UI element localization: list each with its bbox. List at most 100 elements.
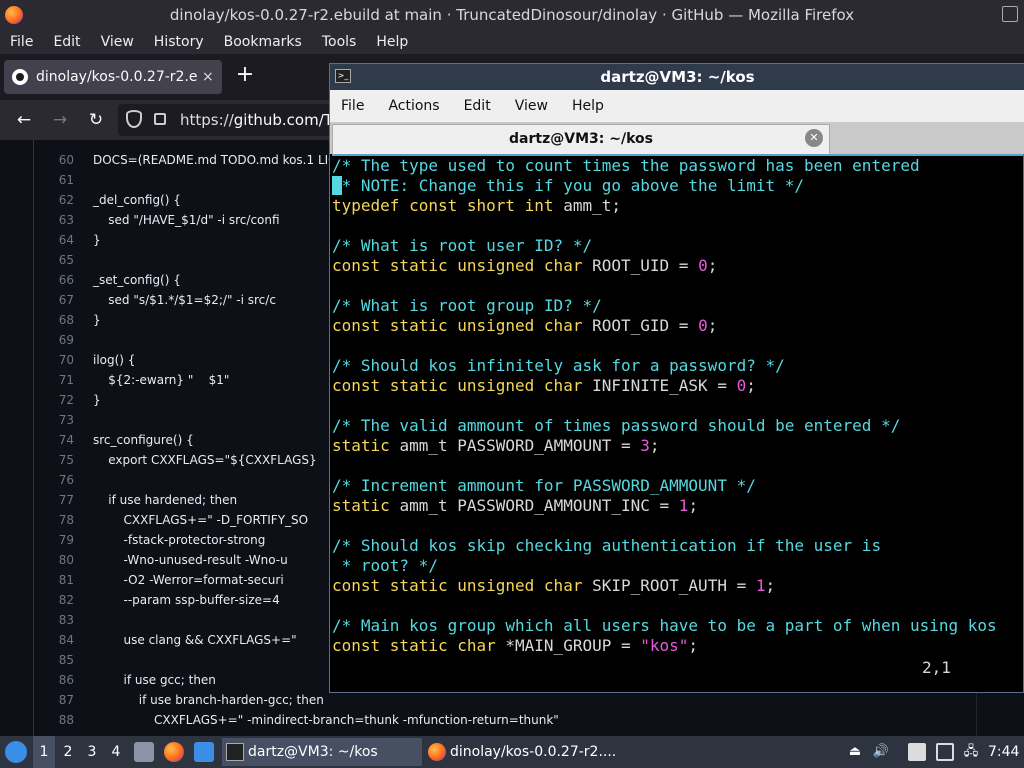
- firefox-menubar: File Edit View History Bookmarks Tools H…: [0, 30, 1024, 54]
- line-number[interactable]: 82: [36, 590, 74, 610]
- start-menu-icon[interactable]: [5, 741, 27, 763]
- workspace-4[interactable]: 4: [105, 736, 127, 768]
- window-controls: [958, 6, 1018, 24]
- line-number[interactable]: 76: [36, 470, 74, 490]
- code-text: use clang && CXXFLAGS+=": [93, 633, 297, 647]
- line-number[interactable]: 70: [36, 350, 74, 370]
- close-tab-icon[interactable]: ×: [202, 69, 214, 85]
- line-number[interactable]: 67: [36, 290, 74, 310]
- terminal-token: amm_t;: [563, 196, 621, 215]
- code-text: -fstack-protector-strong: [93, 533, 266, 547]
- line-number[interactable]: 71: [36, 370, 74, 390]
- line-number[interactable]: 68: [36, 310, 74, 330]
- taskbar-task-firefox[interactable]: dinolay/kos-0.0.27-r2....: [424, 738, 624, 766]
- terminal-body[interactable]: /* The type used to count times the pass…: [332, 154, 1023, 684]
- terminal-line: /* The type used to count times the pass…: [332, 156, 920, 176]
- terminal-token: 1: [755, 576, 766, 595]
- line-number[interactable]: 74: [36, 430, 74, 450]
- terminal-token: const static unsigned char: [332, 376, 593, 395]
- code-text: sed "s/$1.*/$1=$2;/" -i src/c: [93, 293, 276, 307]
- line-number[interactable]: 60: [36, 150, 74, 170]
- terminal-titlebar[interactable]: dartz@VM3: ~/kos: [330, 64, 1024, 90]
- firefox-launcher-icon[interactable]: [164, 742, 184, 762]
- line-number[interactable]: 81: [36, 570, 74, 590]
- forward-arrow-icon[interactable]: →: [48, 108, 72, 132]
- menu-history[interactable]: History: [144, 30, 214, 54]
- url-bar[interactable]: https://github.com/Tr: [118, 104, 338, 136]
- line-number[interactable]: 79: [36, 530, 74, 550]
- file-manager-icon[interactable]: [134, 742, 154, 762]
- workspace-3[interactable]: 3: [81, 736, 103, 768]
- line-number[interactable]: 69: [36, 330, 74, 350]
- terminal-token: * NOTE: Change this if you go above the …: [341, 176, 805, 195]
- workspace-1[interactable]: 1: [33, 736, 55, 768]
- line-number[interactable]: 83: [36, 610, 74, 630]
- line-number[interactable]: 66: [36, 270, 74, 290]
- terminal-line: /* Should kos infinitely ask for a passw…: [332, 356, 785, 376]
- desktop-icon[interactable]: [194, 742, 214, 762]
- line-number[interactable]: 65: [36, 250, 74, 270]
- cursor-position: 2,1: [922, 658, 951, 677]
- line-number[interactable]: 72: [36, 390, 74, 410]
- terminal-tab[interactable]: dartz@VM3: ~/kos: [332, 124, 830, 154]
- clipboard-icon[interactable]: [908, 743, 926, 761]
- line-number[interactable]: 80: [36, 550, 74, 570]
- line-number[interactable]: 87: [36, 690, 74, 710]
- code-text: _set_config() {: [93, 273, 181, 287]
- maximize-icon[interactable]: [1002, 6, 1018, 22]
- close-tab-icon[interactable]: ✕: [805, 129, 823, 147]
- line-number[interactable]: 62: [36, 190, 74, 210]
- terminal-menu-actions[interactable]: Actions: [376, 90, 451, 122]
- terminal-menu-edit[interactable]: Edit: [452, 90, 503, 122]
- code-text: -Wno-unused-result -Wno-u: [93, 553, 288, 567]
- tab-title: dinolay/kos-0.0.27-r2.ebu: [36, 69, 198, 85]
- menu-file[interactable]: File: [0, 30, 43, 54]
- line-number[interactable]: 63: [36, 210, 74, 230]
- terminal-line: /* Should kos skip checking authenticati…: [332, 536, 881, 556]
- menu-help[interactable]: Help: [366, 30, 418, 54]
- terminal-token: /* Increment ammount for PASSWORD_AMMOUN…: [332, 476, 756, 495]
- terminal-token: /* Should kos infinitely ask for a passw…: [332, 356, 785, 375]
- line-number[interactable]: 78: [36, 510, 74, 530]
- volume-icon[interactable]: 🔊: [872, 743, 890, 761]
- eject-icon[interactable]: ⏏: [846, 743, 864, 761]
- menu-tools[interactable]: Tools: [312, 30, 367, 54]
- terminal-line: const static unsigned char ROOT_GID = 0;: [332, 316, 717, 336]
- firefox-titlebar: dinolay/kos-0.0.27-r2.ebuild at main · T…: [0, 0, 1024, 30]
- reload-icon[interactable]: ↻: [84, 108, 108, 132]
- terminal-token: /* What is root group ID? */: [332, 296, 602, 315]
- line-number[interactable]: 77: [36, 490, 74, 510]
- new-tab-button[interactable]: +: [234, 64, 256, 86]
- terminal-token: SKIP_ROOT_AUTH =: [592, 576, 756, 595]
- line-number[interactable]: 86: [36, 670, 74, 690]
- lock-icon[interactable]: [154, 113, 166, 125]
- back-arrow-icon[interactable]: ←: [12, 108, 36, 132]
- terminal-token: /* The valid ammount of times password s…: [332, 416, 901, 435]
- code-text: _del_config() {: [93, 193, 181, 207]
- taskbar-task-terminal[interactable]: dartz@VM3: ~/kos: [222, 738, 422, 766]
- menu-bookmarks[interactable]: Bookmarks: [214, 30, 312, 54]
- network-icon[interactable]: 🖧: [962, 743, 980, 761]
- menu-edit[interactable]: Edit: [43, 30, 90, 54]
- line-number[interactable]: 75: [36, 450, 74, 470]
- line-number[interactable]: 73: [36, 410, 74, 430]
- code-text: }: [93, 393, 101, 407]
- line-number[interactable]: 61: [36, 170, 74, 190]
- line-number[interactable]: 85: [36, 650, 74, 670]
- terminal-menu-view[interactable]: View: [503, 90, 560, 122]
- terminal-menu-file[interactable]: File: [330, 90, 376, 122]
- github-icon: [12, 69, 28, 85]
- browser-tab[interactable]: dinolay/kos-0.0.27-r2.ebu ×: [4, 60, 222, 94]
- terminal-token: amm_t PASSWORD_AMMOUNT_INC =: [399, 496, 679, 515]
- line-number[interactable]: 88: [36, 710, 74, 730]
- terminal-line: typedef const short int amm_t;: [332, 196, 621, 216]
- workspace-2[interactable]: 2: [57, 736, 79, 768]
- menu-view[interactable]: View: [91, 30, 144, 54]
- terminal-menu-help[interactable]: Help: [560, 90, 616, 122]
- terminal-token: static: [332, 436, 400, 455]
- terminal-line: /* Increment ammount for PASSWORD_AMMOUN…: [332, 476, 756, 496]
- code-text: export CXXFLAGS="${CXXFLAGS}: [93, 453, 317, 467]
- line-number[interactable]: 84: [36, 630, 74, 650]
- line-number[interactable]: 64: [36, 230, 74, 250]
- keyboard-icon[interactable]: [936, 743, 954, 761]
